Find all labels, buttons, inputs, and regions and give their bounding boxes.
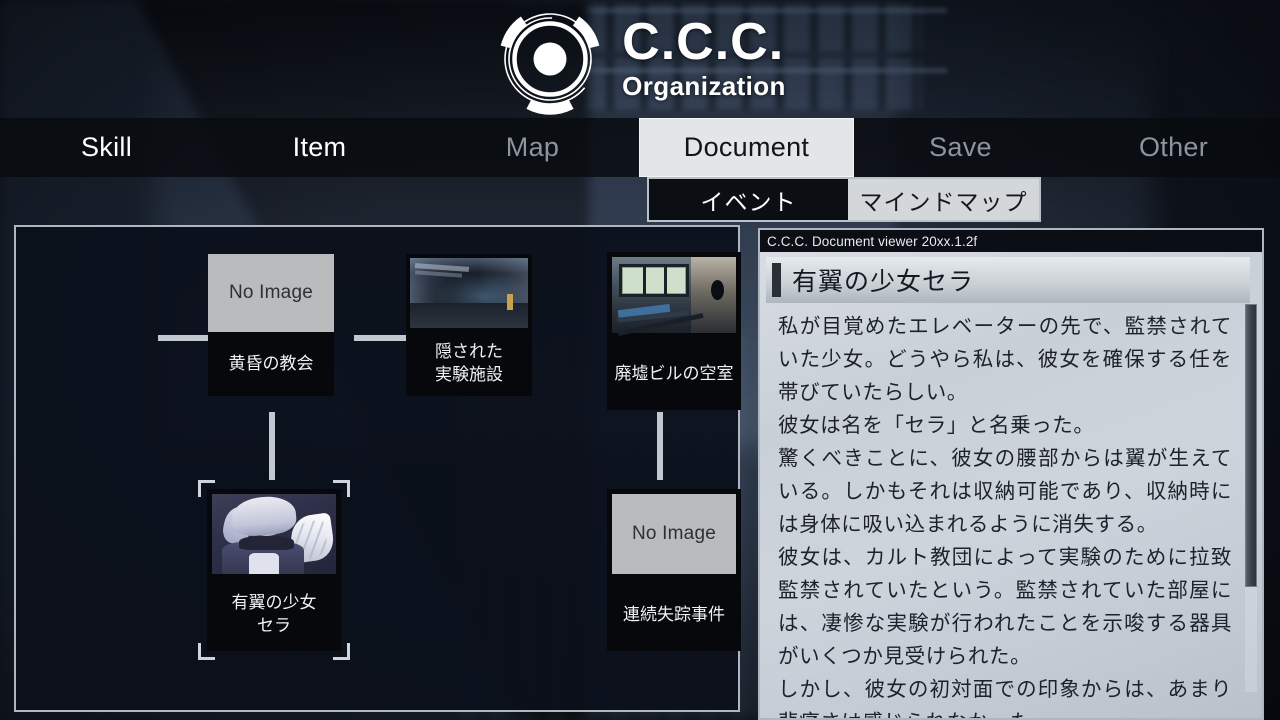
selection-bracket-bottom-right <box>333 643 350 660</box>
tab-item[interactable]: Item <box>213 118 426 177</box>
node-thumbnail <box>207 489 341 579</box>
node-label-line: 隠された <box>435 342 503 363</box>
connector-church-sera <box>269 412 275 480</box>
document-viewer-titlebar: C.C.C. Document viewer 20xx.1.2f <box>760 230 1262 252</box>
document-viewer-body: 有翼の少女セラ 私が目覚めたエレベーターの先で、監禁されていた少女。どうやら私は… <box>760 252 1262 718</box>
mind-map-panel: No Image 黄昏の教会 隠された 実験施設 廃墟ビルの空室 有翼の少女 セ… <box>14 225 741 712</box>
selection-bracket-top-right <box>333 480 350 497</box>
node-label: 廃墟ビルの空室 <box>607 338 741 410</box>
document-sub-tab-bar: イベント マインドマップ <box>647 177 1041 222</box>
mindmap-node-sera[interactable]: 有翼の少女 セラ <box>198 480 350 660</box>
no-image-placeholder: No Image <box>229 282 313 303</box>
art-scarf <box>239 535 294 550</box>
heading-accent-bar <box>772 263 781 297</box>
no-image-placeholder: No Image <box>612 494 736 574</box>
tab-skill[interactable]: Skill <box>0 118 213 177</box>
document-heading: 有翼の少女セラ <box>766 257 1250 303</box>
art-hole <box>710 279 724 300</box>
node-thumbnail <box>406 254 532 332</box>
logo-wordmark: C.C.C. Organization <box>622 12 786 102</box>
art-light <box>506 294 513 311</box>
art-shirt <box>249 553 279 574</box>
document-scrollbar[interactable] <box>1245 304 1257 692</box>
thumbnail-art-sera-portrait <box>212 494 336 574</box>
node-label: 黄昏の教会 <box>208 332 334 396</box>
document-heading-text: 有翼の少女セラ <box>792 267 975 296</box>
selection-bracket-top-left <box>198 480 215 497</box>
connector-ruin-missing <box>657 412 663 480</box>
node-label-line: 連続失踪事件 <box>623 604 725 625</box>
thumbnail-art-ruin <box>612 257 736 336</box>
document-scrollbar-thumb[interactable] <box>1245 304 1257 588</box>
mindmap-node-church[interactable]: No Image 黄昏の教会 <box>208 254 334 396</box>
node-label-line: 実験施設 <box>435 365 503 385</box>
node-label: 有翼の少女 セラ <box>207 579 341 651</box>
selection-bracket-bottom-left <box>198 643 215 660</box>
subtab-mind-map[interactable]: マインドマップ <box>848 179 1039 220</box>
logo-title: C.C.C. <box>622 12 785 71</box>
art-window <box>619 263 689 298</box>
tab-map[interactable]: Map <box>426 118 639 177</box>
node-thumbnail <box>607 252 741 338</box>
mindmap-node-facility[interactable]: 隠された 実験施設 <box>406 254 532 396</box>
node-label: 連続失踪事件 <box>607 579 741 651</box>
document-viewer-panel: C.C.C. Document viewer 20xx.1.2f 有翼の少女セラ… <box>758 228 1264 720</box>
art-mullion <box>664 266 668 295</box>
app-logo-header: C.C.C. Organization <box>0 0 1280 118</box>
subtab-event[interactable]: イベント <box>649 179 848 220</box>
node-label-line: 廃墟ビルの空室 <box>614 363 734 384</box>
node-thumbnail: No Image <box>208 254 334 332</box>
thumbnail-art-corridor <box>410 258 528 328</box>
art-mullion <box>642 266 646 295</box>
mindmap-node-missing-persons[interactable]: No Image 連続失踪事件 <box>607 489 741 651</box>
document-body-text: 私が目覚めたエレベーターの先で、監禁されていた少女。どうやら私は、彼女を確保する… <box>778 314 1232 718</box>
node-label: 隠された 実験施設 <box>406 332 532 396</box>
logo-subtitle: Organization <box>622 71 786 102</box>
main-tab-bar: Skill Item Map Document Save Other <box>0 118 1280 177</box>
document-viewer-title: C.C.C. Document viewer 20xx.1.2f <box>767 233 978 249</box>
node-label-line: セラ <box>257 616 291 636</box>
node-thumbnail: No Image <box>607 489 741 579</box>
ccc-ring-logo-icon <box>494 3 606 115</box>
tab-save[interactable]: Save <box>854 118 1067 177</box>
art-pipe <box>414 270 462 278</box>
mindmap-node-ruin[interactable]: 廃墟ビルの空室 <box>607 252 741 410</box>
art-hair <box>230 494 298 539</box>
node-label-line: 黄昏の教会 <box>228 353 314 374</box>
tab-other[interactable]: Other <box>1067 118 1280 177</box>
tab-document[interactable]: Document <box>639 118 854 177</box>
node-label-line: 有翼の少女 <box>231 593 317 614</box>
